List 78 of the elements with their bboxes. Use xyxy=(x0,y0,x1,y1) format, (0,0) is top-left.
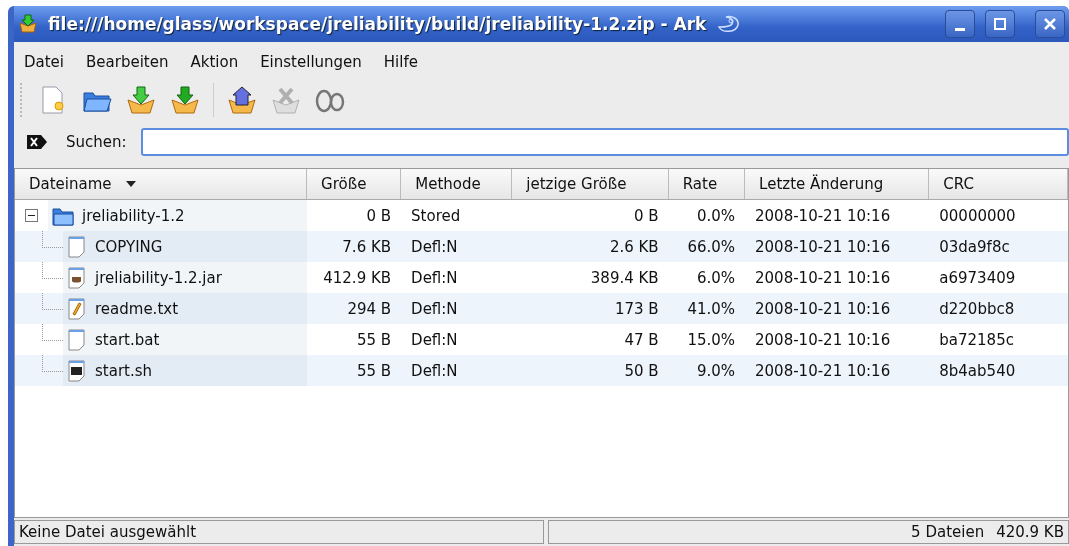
table-cell-text: 9.0% xyxy=(695,361,737,380)
pencil-document-icon xyxy=(67,297,87,320)
table-cell-text: 15.0% xyxy=(686,330,737,349)
table-cell-text: 7.6 KB xyxy=(341,237,393,256)
terminal-document-icon xyxy=(67,359,87,382)
table-cell-text: 55 B xyxy=(355,330,393,349)
status-text: Keine Datei ausgewählt xyxy=(14,520,544,544)
search-label: Suchen: xyxy=(66,133,127,151)
menu-item[interactable]: Einstellungen xyxy=(260,53,362,71)
box-down-icon[interactable] xyxy=(125,85,157,115)
table-cell-text: 2008-10-21 10:16 xyxy=(754,206,892,225)
maximize-icon xyxy=(993,17,1007,31)
table-cell-text: 2008-10-21 10:16 xyxy=(754,361,892,380)
minimize-button[interactable] xyxy=(945,10,975,38)
table-cell-text: 412.9 KB xyxy=(322,268,393,287)
menu-item[interactable]: Hilfe xyxy=(383,53,418,71)
box-up-icon[interactable] xyxy=(226,85,258,115)
close-button[interactable] xyxy=(1035,10,1065,38)
table-cell-text: 0.0% xyxy=(695,206,737,225)
table-cell[interactable]: COPYING xyxy=(63,231,307,262)
table-cell-text: 2.6 KB xyxy=(608,237,660,256)
table-cell[interactable]: start.sh xyxy=(63,355,307,386)
table-cell-text: d220bbc8 xyxy=(938,299,1016,318)
table-cell-text: 55 B xyxy=(355,361,393,380)
table-cell-text: Stored xyxy=(410,206,462,225)
folder-icon xyxy=(52,205,74,226)
table-cell-text: 41.0% xyxy=(686,299,737,318)
menu-item[interactable]: Datei xyxy=(24,53,65,71)
cup-document-icon xyxy=(67,266,87,289)
table-cell-text: Defl:N xyxy=(410,361,459,380)
clear-icon[interactable] xyxy=(26,134,48,150)
table-cell-text: 66.0% xyxy=(686,237,737,256)
table-cell-text: 2008-10-21 10:16 xyxy=(754,299,892,318)
window-title: file:///home/glass/workspace/jreliability/build/jreliability-1.2.zip - Ark xyxy=(48,14,707,34)
table-cell-text: 47 B xyxy=(623,330,660,349)
table-cell-text: ba72185c xyxy=(938,330,1015,349)
table-cell-text: 294 B xyxy=(346,299,393,318)
column-header[interactable]: Größe xyxy=(307,169,402,199)
close-icon xyxy=(1043,17,1057,31)
file-count: 5 Dateien xyxy=(911,523,985,541)
column-header[interactable]: Methode xyxy=(401,169,513,199)
table-cell-text: 173 B xyxy=(613,299,660,318)
table-cell[interactable]: jreliability-1.2.jar xyxy=(63,262,307,293)
column-header[interactable]: CRC xyxy=(929,169,1068,199)
table-cell-text: Defl:N xyxy=(410,299,459,318)
table-cell[interactable]: jreliability-1.2 xyxy=(48,200,307,231)
menu-item[interactable]: Aktion xyxy=(190,53,239,71)
table-cell-text: 03da9f8c xyxy=(938,237,1011,256)
collapse-toggle[interactable] xyxy=(25,209,38,222)
table-cell-text: a6973409 xyxy=(938,268,1017,287)
table-cell-text: 8b4ab540 xyxy=(938,361,1017,380)
maximize-button[interactable] xyxy=(985,10,1015,38)
column-header[interactable]: Dateiname xyxy=(15,169,308,199)
table-cell[interactable]: start.bat xyxy=(63,324,307,355)
column-header[interactable]: Letzte Änderung xyxy=(745,169,930,199)
table-cell-text: 389.4 KB xyxy=(589,268,660,287)
table-cell-text: 2008-10-21 10:16 xyxy=(754,330,892,349)
table-cell-text: 0 B xyxy=(365,206,393,225)
search-field[interactable] xyxy=(140,128,1069,156)
table-cell[interactable]: readme.txt xyxy=(63,293,307,324)
table-cell-text: 0 B xyxy=(633,206,660,225)
table-cell-text: 2008-10-21 10:16 xyxy=(754,237,892,256)
table-cell-text: 00000000 xyxy=(938,206,1017,225)
document-icon xyxy=(67,328,87,351)
sort-caret-icon xyxy=(125,181,136,187)
column-header[interactable]: Rate xyxy=(668,169,746,199)
minimize-icon xyxy=(955,27,965,31)
table-cell-text: 2008-10-21 10:16 xyxy=(754,268,892,287)
table-cell-text: 6.0% xyxy=(695,268,737,287)
table-cell-text: Defl:N xyxy=(410,237,459,256)
table-cell-text: Defl:N xyxy=(410,268,459,287)
menu-item[interactable]: Bearbeiten xyxy=(86,53,169,71)
column-header[interactable]: jetzige Größe xyxy=(512,169,669,199)
table-cell-text: Defl:N xyxy=(410,330,459,349)
table-cell-text: 50 B xyxy=(623,361,660,380)
document-icon xyxy=(67,235,87,258)
box-icon xyxy=(18,14,38,34)
total-size: 420.9 KB xyxy=(996,523,1064,541)
